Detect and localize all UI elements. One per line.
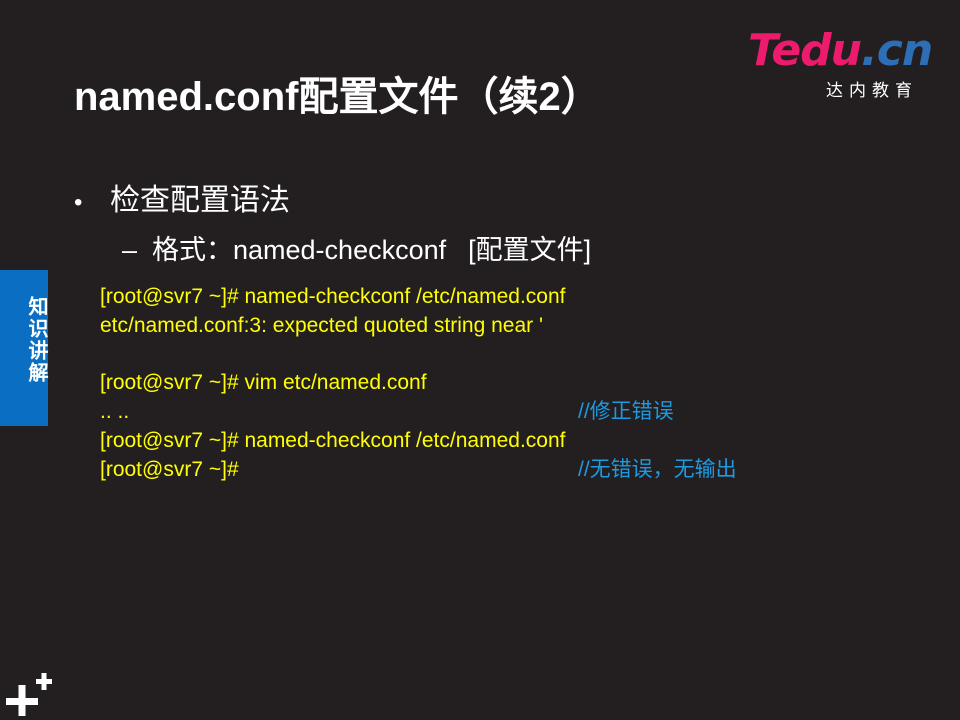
logo-subtitle: 达内教育: [826, 81, 918, 101]
code-text: [root@svr7 ~]#: [100, 458, 239, 481]
bullet-item: • 检查配置语法: [74, 180, 290, 224]
code-line: etc/named.conf:3: expected quoted string…: [100, 311, 800, 340]
bullet-text: 检查配置语法: [110, 184, 290, 217]
logo-t: T: [748, 25, 772, 76]
plus-plus-icon: [6, 673, 52, 716]
code-line: .. .. //修正错误: [100, 397, 800, 426]
code-line: [root@svr7 ~]# vim etc/named.conf: [100, 368, 800, 397]
slide: Tedu.cn 达内教育 named.conf配置文件（续2） • 检查配置语法 …: [0, 0, 960, 720]
slide-title: named.conf配置文件（续2）: [74, 75, 601, 119]
code-text: [root@svr7 ~]# named-checkconf /etc/name…: [100, 285, 566, 308]
code-line: [root@svr7 ~]# named-checkconf /etc/name…: [100, 282, 800, 311]
logo-cn: cn: [876, 25, 933, 76]
sub-bullet-label: 格式：named-checkconf: [152, 235, 447, 265]
code-comment: //无错误，无输出: [578, 458, 737, 481]
code-block: [root@svr7 ~]# named-checkconf /etc/name…: [100, 282, 800, 484]
dash-icon: –: [122, 235, 138, 265]
code-text: .. ..: [100, 400, 130, 423]
sub-bullet-arg: [配置文件]: [468, 235, 592, 265]
code-text: [root@svr7 ~]# named-checkconf /etc/name…: [100, 429, 566, 452]
code-text: etc/named.conf:3: expected quoted string…: [100, 314, 543, 337]
logo-edu: edu: [771, 25, 862, 76]
logo-dot: .: [861, 25, 878, 76]
code-line: [root@svr7 ~]# named-checkconf /etc/name…: [100, 426, 800, 455]
code-comment: //修正错误: [578, 400, 674, 423]
tedu-logo: Tedu.cn 达内教育: [748, 26, 938, 102]
code-line: [root@svr7 ~]# //无错误，无输出: [100, 455, 800, 484]
side-tab: 知识讲解: [0, 270, 48, 426]
bullet-dot-icon: •: [74, 189, 83, 216]
code-text: [root@svr7 ~]# vim etc/named.conf: [100, 371, 427, 394]
logo-wordmark: Tedu.cn: [748, 25, 933, 76]
side-tab-label: 知识讲解: [25, 296, 47, 384]
sub-bullet-item: – 格式：named-checkconf [配置文件]: [122, 230, 591, 270]
